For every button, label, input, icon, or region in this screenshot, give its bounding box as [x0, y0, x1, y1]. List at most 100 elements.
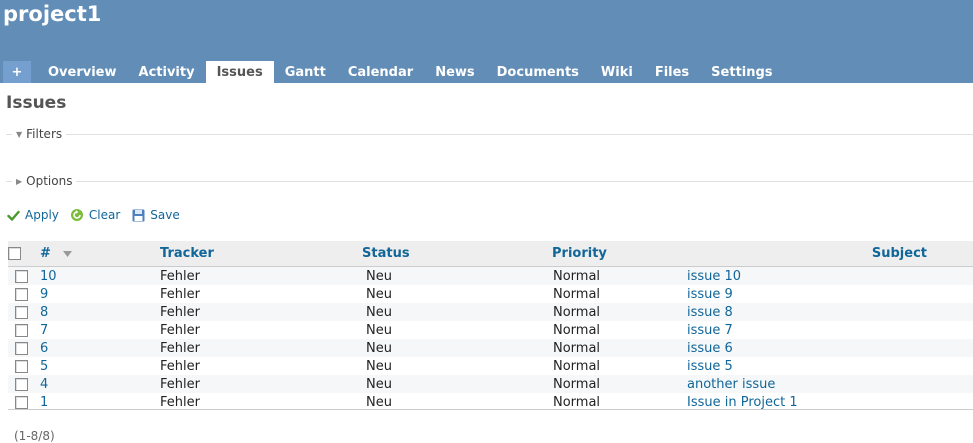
options-divider: [6, 181, 973, 182]
column-header-priority[interactable]: Priority: [552, 241, 687, 267]
tab-documents[interactable]: Documents: [486, 61, 590, 83]
filters-legend: Filters: [26, 127, 63, 141]
issue-id-link[interactable]: 10: [40, 269, 57, 284]
tab-wiki[interactable]: Wiki: [590, 61, 644, 83]
subject-cell: issue 10: [687, 266, 973, 285]
row-checkbox[interactable]: [14, 305, 28, 319]
issues-table: # Tracker Status Priority Subject 10 Fehl…: [8, 241, 973, 411]
clear-label: Clear: [88, 208, 121, 222]
apply-button[interactable]: Apply: [6, 208, 59, 222]
select-all-checkbox[interactable]: [8, 247, 21, 260]
main-menu: + Overview Activity Issues Gantt Calenda…: [3, 61, 784, 83]
reload-icon: [70, 208, 84, 222]
row-checkbox[interactable]: [14, 341, 28, 355]
table-row[interactable]: 10 Fehler Neu Normal issue 10: [8, 266, 973, 285]
issue-id-cell: 8: [34, 303, 160, 321]
sort-desc-icon: [63, 246, 73, 261]
issue-subject-link[interactable]: issue 10: [687, 269, 741, 284]
table-row[interactable]: 7 Fehler Neu Normal issue 7: [8, 321, 973, 339]
apply-label: Apply: [25, 208, 59, 222]
column-header-subject[interactable]: Subject: [687, 241, 973, 267]
table-row[interactable]: 5 Fehler Neu Normal issue 5: [8, 357, 973, 375]
subject-cell: another issue: [687, 375, 973, 393]
new-item-button[interactable]: +: [3, 61, 31, 83]
table-bottom-border: [8, 409, 973, 410]
issue-id-link[interactable]: 5: [40, 359, 48, 374]
tab-issues[interactable]: Issues: [205, 61, 274, 83]
status-cell: Neu: [362, 339, 552, 357]
issue-id-link[interactable]: 6: [40, 341, 48, 356]
issue-id-link[interactable]: 4: [40, 377, 48, 392]
status-cell: Neu: [362, 303, 552, 321]
project-title[interactable]: project1: [3, 2, 101, 26]
save-label: Save: [150, 208, 180, 222]
table-row[interactable]: 6 Fehler Neu Normal issue 6: [8, 339, 973, 357]
row-checkbox-cell: [8, 285, 34, 303]
tab-files[interactable]: Files: [644, 61, 700, 83]
issue-id-link[interactable]: 7: [40, 323, 48, 338]
pagination-info: (1-8/8): [14, 429, 55, 443]
options-toggle[interactable]: ▶ Options: [12, 174, 77, 188]
table-header-row: # Tracker Status Priority Subject: [8, 241, 973, 267]
row-checkbox-cell: [8, 339, 34, 357]
row-checkbox-cell: [8, 375, 34, 393]
row-checkbox[interactable]: [14, 395, 28, 409]
priority-cell: Normal: [552, 375, 687, 393]
status-cell: Neu: [362, 375, 552, 393]
issue-id-cell: 7: [34, 321, 160, 339]
page-title: Issues: [6, 93, 67, 113]
tracker-cell: Fehler: [160, 285, 362, 303]
issue-id-link[interactable]: 9: [40, 287, 48, 302]
priority-cell: Normal: [552, 339, 687, 357]
issue-id-cell: 6: [34, 339, 160, 357]
issue-id-link[interactable]: 1: [40, 395, 48, 410]
issue-subject-link[interactable]: issue 9: [687, 287, 733, 302]
collapsed-arrow-icon: ▶: [16, 176, 23, 186]
save-button[interactable]: Save: [131, 208, 180, 222]
table-row[interactable]: 4 Fehler Neu Normal another issue: [8, 375, 973, 393]
select-all-cell: [8, 241, 34, 267]
row-checkbox[interactable]: [14, 287, 28, 301]
tracker-cell: Fehler: [160, 321, 362, 339]
issue-subject-link[interactable]: another issue: [687, 377, 775, 392]
column-header-status[interactable]: Status: [362, 241, 552, 267]
tracker-cell: Fehler: [160, 339, 362, 357]
query-actions: Apply Clear Save: [6, 208, 191, 222]
filters-toggle[interactable]: ▼ Filters: [12, 127, 67, 141]
row-checkbox[interactable]: [14, 269, 28, 283]
tab-activity[interactable]: Activity: [128, 61, 206, 83]
priority-cell: Normal: [552, 357, 687, 375]
row-checkbox-cell: [8, 266, 34, 285]
checkmark-icon: [6, 208, 20, 222]
issue-subject-link[interactable]: issue 7: [687, 323, 733, 338]
table-row[interactable]: 8 Fehler Neu Normal issue 8: [8, 303, 973, 321]
table-row[interactable]: 9 Fehler Neu Normal issue 9: [8, 285, 973, 303]
priority-cell: Normal: [552, 285, 687, 303]
issue-id-cell: 10: [34, 266, 160, 285]
subject-cell: issue 8: [687, 303, 973, 321]
tab-settings[interactable]: Settings: [700, 61, 783, 83]
row-checkbox-cell: [8, 303, 34, 321]
tab-overview[interactable]: Overview: [37, 61, 128, 83]
status-cell: Neu: [362, 266, 552, 285]
row-checkbox[interactable]: [14, 377, 28, 391]
priority-cell: Normal: [552, 266, 687, 285]
column-header-tracker[interactable]: Tracker: [160, 241, 362, 267]
tab-calendar[interactable]: Calendar: [337, 61, 424, 83]
issue-subject-link[interactable]: issue 6: [687, 341, 733, 356]
filters-divider: [6, 134, 973, 135]
priority-cell: Normal: [552, 303, 687, 321]
expanded-arrow-icon: ▼: [16, 129, 23, 139]
issue-subject-link[interactable]: issue 5: [687, 359, 733, 374]
options-legend: Options: [26, 174, 73, 188]
column-header-id[interactable]: #: [34, 241, 160, 267]
row-checkbox[interactable]: [14, 359, 28, 373]
tab-gantt[interactable]: Gantt: [274, 61, 337, 83]
issue-subject-link[interactable]: Issue in Project 1: [687, 395, 798, 410]
tab-news[interactable]: News: [424, 61, 485, 83]
row-checkbox[interactable]: [14, 323, 28, 337]
status-cell: Neu: [362, 357, 552, 375]
issue-subject-link[interactable]: issue 8: [687, 305, 733, 320]
clear-button[interactable]: Clear: [70, 208, 120, 222]
issue-id-link[interactable]: 8: [40, 305, 48, 320]
